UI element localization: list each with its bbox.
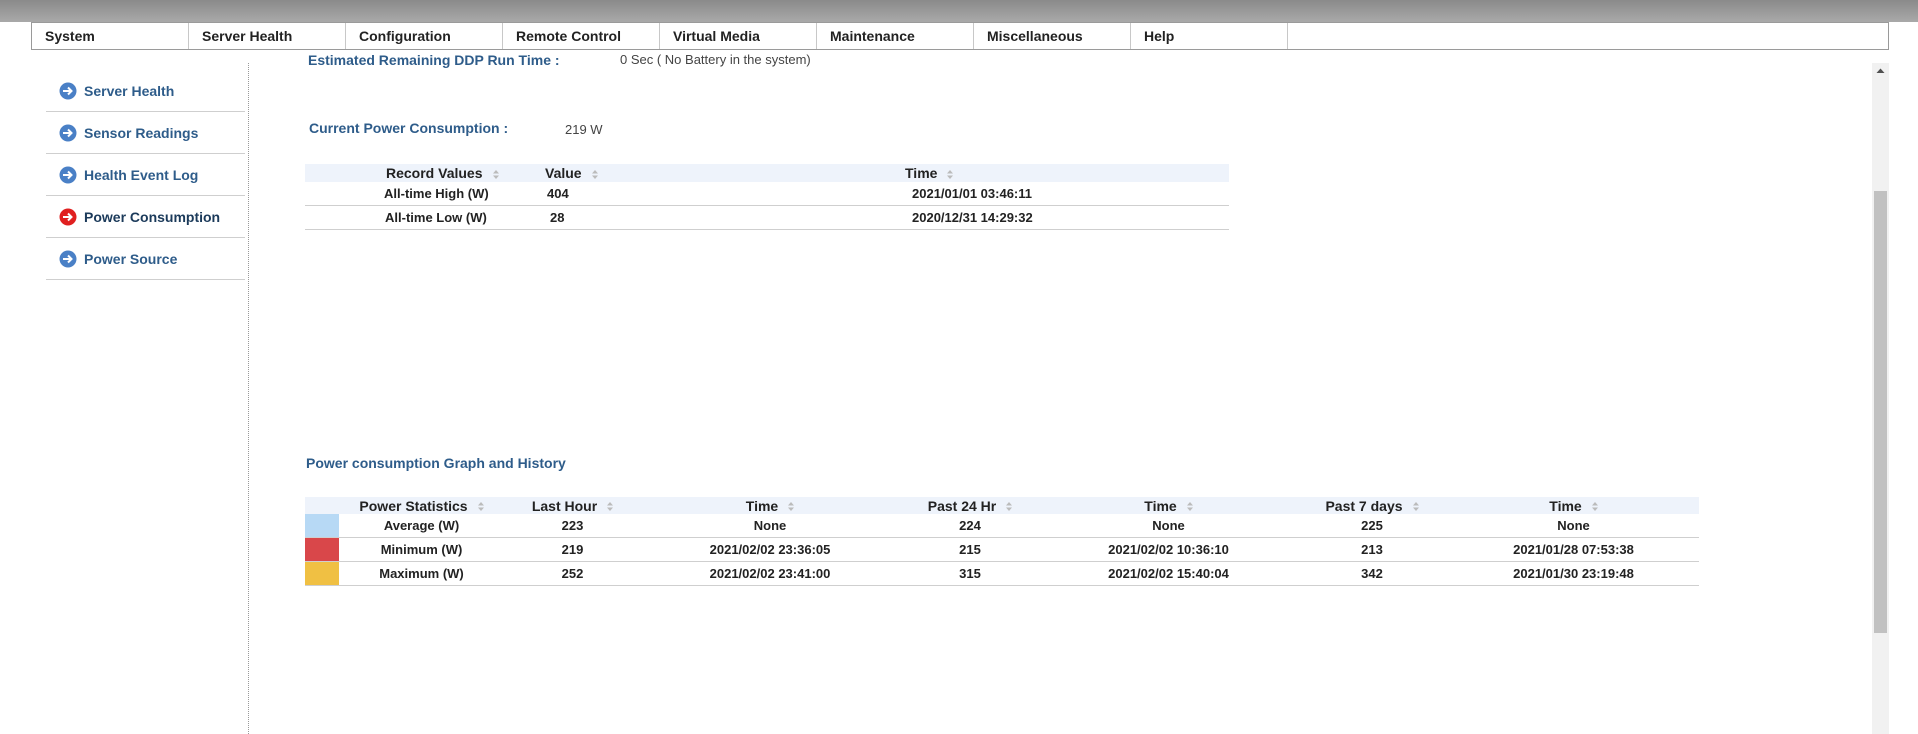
minimum-color-swatch bbox=[305, 538, 339, 561]
stat-time: None bbox=[641, 514, 899, 538]
sidebar-item-label: Power Source bbox=[84, 251, 178, 267]
sidebar-item-label: Sensor Readings bbox=[84, 125, 199, 141]
maximum-color-swatch bbox=[305, 562, 339, 585]
sidebar-item-power-consumption[interactable]: Power Consumption bbox=[46, 197, 245, 238]
sort-icon bbox=[1006, 502, 1013, 512]
current-power-value: 219 W bbox=[565, 122, 603, 137]
stat-value: 252 bbox=[504, 561, 641, 586]
stat-time: 2021/02/02 15:40:04 bbox=[1041, 561, 1296, 586]
clipped-runtime-row: Estimated Remaining DDP Run Time : 0 Sec… bbox=[308, 44, 908, 70]
stat-time: 2021/01/28 07:53:38 bbox=[1448, 537, 1699, 562]
arrow-circle-icon bbox=[59, 124, 77, 142]
stat-value: 219 bbox=[504, 537, 641, 562]
column-header-past-7-days[interactable]: Past 7 days bbox=[1296, 497, 1448, 514]
table-row: Maximum (W) 252 2021/02/02 23:41:00 315 … bbox=[305, 561, 1699, 586]
table-row: Average (W) 223 None 224 None 225 None bbox=[305, 514, 1699, 538]
record-name: All-time Low (W) bbox=[305, 205, 517, 230]
scrollbar-thumb[interactable] bbox=[1874, 191, 1887, 633]
runtime-label: Estimated Remaining DDP Run Time : bbox=[308, 52, 560, 68]
column-header-time[interactable]: Time bbox=[641, 497, 899, 514]
table-row: Minimum (W) 219 2021/02/02 23:36:05 215 … bbox=[305, 537, 1699, 562]
record-time: 2020/12/31 14:29:32 bbox=[711, 205, 1229, 230]
stat-time: 2021/02/02 23:41:00 bbox=[641, 561, 899, 586]
stat-value: 225 bbox=[1296, 514, 1448, 538]
menu-help[interactable]: Help bbox=[1131, 23, 1288, 49]
sidebar: Server Health Sensor Readings Health Eve… bbox=[46, 71, 245, 281]
sort-icon bbox=[788, 502, 795, 512]
average-color-swatch bbox=[305, 514, 339, 537]
stat-value: 213 bbox=[1296, 537, 1448, 562]
sidebar-item-server-health[interactable]: Server Health bbox=[46, 71, 245, 112]
sort-icon bbox=[477, 502, 484, 512]
sort-icon bbox=[1186, 502, 1193, 512]
current-power-label: Current Power Consumption : bbox=[309, 120, 509, 136]
arrow-circle-icon bbox=[59, 82, 77, 100]
sort-icon bbox=[492, 169, 499, 179]
sort-icon bbox=[947, 169, 954, 179]
column-header-time[interactable]: Time bbox=[1041, 497, 1296, 514]
column-header-time[interactable]: Time bbox=[1448, 497, 1699, 514]
scroll-up-arrow-icon[interactable] bbox=[1872, 63, 1889, 79]
stat-value: 224 bbox=[899, 514, 1041, 538]
stat-time: 2021/02/02 23:36:05 bbox=[641, 537, 899, 562]
sidebar-item-power-source[interactable]: Power Source bbox=[46, 239, 245, 280]
column-header-value[interactable]: Value bbox=[517, 164, 711, 182]
record-values-table: Record Values Value Time All-time High (… bbox=[305, 164, 1229, 230]
arrow-circle-icon bbox=[59, 166, 77, 184]
power-statistics-table: Power Statistics Last Hour Time Past 24 … bbox=[305, 497, 1699, 586]
sidebar-item-health-event-log[interactable]: Health Event Log bbox=[46, 155, 245, 196]
stat-value: 315 bbox=[899, 561, 1041, 586]
arrow-circle-icon bbox=[59, 208, 77, 226]
stat-value: 342 bbox=[1296, 561, 1448, 586]
record-value: 404 bbox=[517, 182, 711, 206]
stat-value: 215 bbox=[899, 537, 1041, 562]
top-banner bbox=[0, 0, 1918, 22]
record-time: 2021/01/01 03:46:11 bbox=[711, 182, 1229, 206]
table-row: All-time High (W) 404 2021/01/01 03:46:1… bbox=[305, 182, 1229, 206]
sort-icon bbox=[607, 502, 614, 512]
stat-value: 223 bbox=[504, 514, 641, 538]
stat-name: Average (W) bbox=[339, 514, 504, 538]
sort-icon bbox=[1591, 502, 1598, 512]
sidebar-item-sensor-readings[interactable]: Sensor Readings bbox=[46, 113, 245, 154]
sidebar-item-label: Power Consumption bbox=[84, 209, 221, 225]
vertical-scrollbar[interactable] bbox=[1872, 63, 1889, 734]
menu-system[interactable]: System bbox=[32, 23, 189, 49]
menu-miscellaneous[interactable]: Miscellaneous bbox=[974, 23, 1131, 49]
stat-time: 2021/02/02 10:36:10 bbox=[1041, 537, 1296, 562]
stat-name: Minimum (W) bbox=[339, 537, 504, 562]
column-header-time[interactable]: Time bbox=[711, 164, 1229, 182]
sidebar-divider bbox=[248, 63, 249, 734]
stat-time: None bbox=[1041, 514, 1296, 538]
stat-time: 2021/01/30 23:19:48 bbox=[1448, 561, 1699, 586]
column-header-past-24-hr[interactable]: Past 24 Hr bbox=[899, 497, 1041, 514]
runtime-value: 0 Sec ( No Battery in the system) bbox=[620, 52, 811, 67]
sort-icon bbox=[591, 169, 598, 179]
record-value: 28 bbox=[517, 205, 711, 230]
column-header-power-statistics[interactable]: Power Statistics bbox=[339, 497, 504, 514]
sidebar-item-label: Health Event Log bbox=[84, 167, 199, 183]
stat-time: None bbox=[1448, 514, 1699, 538]
stat-name: Maximum (W) bbox=[339, 561, 504, 586]
graph-section-title: Power consumption Graph and History bbox=[306, 455, 566, 471]
column-header-last-hour[interactable]: Last Hour bbox=[504, 497, 641, 514]
record-name: All-time High (W) bbox=[305, 182, 517, 206]
sidebar-item-label: Server Health bbox=[84, 83, 175, 99]
table-row: All-time Low (W) 28 2020/12/31 14:29:32 bbox=[305, 205, 1229, 230]
sort-icon bbox=[1412, 502, 1419, 512]
column-header-record-values[interactable]: Record Values bbox=[305, 164, 517, 182]
arrow-circle-icon bbox=[59, 250, 77, 268]
